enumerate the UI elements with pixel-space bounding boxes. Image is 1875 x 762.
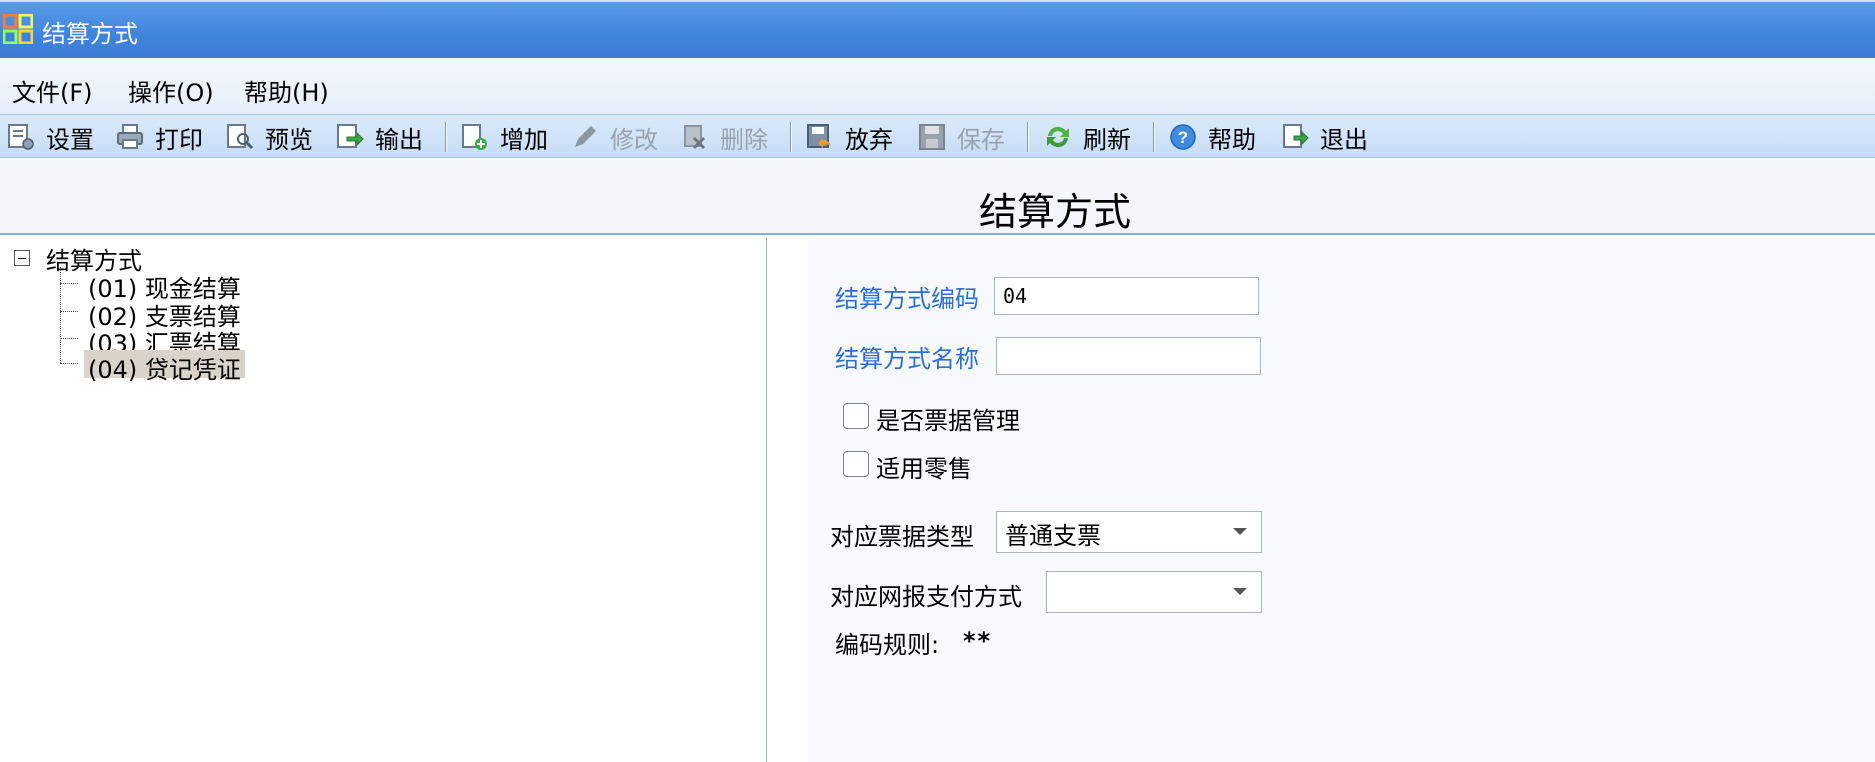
edit-button[interactable]: 修改 [570, 115, 658, 159]
delete-icon [684, 125, 706, 150]
toolbar-separator [1027, 122, 1028, 152]
title-bar: 结算方式 [0, 0, 1875, 58]
tree-connector [60, 338, 78, 339]
tree-connector [60, 267, 61, 363]
chevron-down-icon [1233, 528, 1247, 535]
delete-button[interactable]: 删除 [680, 115, 768, 159]
bill-type-select[interactable]: 普通支票 [996, 511, 1262, 553]
refresh-button[interactable]: 刷新 [1043, 115, 1131, 159]
exit-label: 退出 [1320, 125, 1368, 154]
retail-label: 适用零售 [876, 455, 972, 483]
tree-connector [60, 283, 78, 284]
bill-mgmt-checkbox[interactable] [843, 403, 869, 429]
toolbar-separator [1153, 122, 1154, 152]
save-button[interactable]: 保存 [917, 115, 1005, 159]
export-button[interactable]: 输出 [335, 115, 423, 159]
form-panel: 结算方式编码 结算方式名称 是否票据管理 适用零售 对应票据类型 普通支票 对应… [808, 237, 1875, 762]
app-icon [3, 14, 33, 44]
chevron-down-icon [1233, 588, 1247, 595]
page-title: 结算方式 [978, 190, 1131, 234]
preview-icon [227, 124, 254, 150]
bill-type-label: 对应票据类型 [830, 523, 974, 551]
code-label: 结算方式编码 [835, 285, 979, 313]
preview-label: 预览 [265, 125, 313, 154]
code-input[interactable] [994, 277, 1259, 315]
svg-text:?: ? [1178, 128, 1188, 147]
menu-help[interactable]: 帮助(H) [244, 73, 329, 108]
net-pay-label: 对应网报支付方式 [830, 583, 1022, 611]
toolbar-separator [790, 122, 791, 152]
tree-item-check[interactable]: (02) 支票结算 [84, 297, 245, 331]
tree-collapse-icon[interactable] [14, 250, 30, 266]
refresh-icon [1047, 126, 1069, 148]
window-title: 结算方式 [42, 20, 138, 48]
tree-item-draft[interactable]: (03) 汇票结算 [84, 324, 245, 358]
print-label: 打印 [155, 125, 203, 154]
rule-value: ** [963, 627, 993, 655]
delete-label: 删除 [720, 125, 768, 154]
settings-label: 设置 [46, 125, 94, 154]
discard-label: 放弃 [845, 125, 893, 154]
edit-label: 修改 [610, 125, 658, 154]
name-label: 结算方式名称 [835, 345, 979, 373]
tree-item-credit-voucher[interactable]: (04) 贷记凭证 [84, 350, 245, 384]
tree-connector [60, 311, 78, 312]
save-label: 保存 [957, 125, 1005, 154]
tree-item-cash[interactable]: (01) 现金结算 [84, 269, 245, 303]
help-label: 帮助 [1208, 125, 1256, 154]
toolbar-separator [445, 122, 446, 152]
menu-operation[interactable]: 操作(O) [128, 73, 214, 108]
bill-mgmt-label: 是否票据管理 [876, 407, 1020, 435]
name-input[interactable] [996, 337, 1261, 375]
printer-icon [117, 124, 143, 149]
exit-icon [1283, 124, 1309, 148]
pencil-icon [575, 126, 596, 147]
preview-button[interactable]: 预览 [225, 115, 313, 159]
add-label: 增加 [500, 125, 548, 154]
discard-button[interactable]: 放弃 [805, 115, 893, 159]
export-icon [337, 124, 364, 148]
net-pay-select[interactable] [1046, 571, 1262, 613]
toolbar: 设置 打印 预览 输出 增加 修改 删除 放弃 保存 刷新 ? 帮助 退出 [0, 114, 1875, 158]
add-icon [462, 124, 487, 150]
menu-file[interactable]: 文件(F) [12, 73, 93, 108]
export-label: 输出 [375, 125, 423, 154]
help-button[interactable]: ? 帮助 [1168, 115, 1256, 159]
help-icon: ? [1170, 124, 1196, 150]
tree-panel: 结算方式 (01) 现金结算 (02) 支票结算 (03) 汇票结算 (04) … [0, 237, 767, 762]
settings-button[interactable]: 设置 [6, 115, 94, 159]
exit-button[interactable]: 退出 [1280, 115, 1368, 159]
add-button[interactable]: 增加 [460, 115, 548, 159]
print-button[interactable]: 打印 [115, 115, 203, 159]
discard-icon [807, 124, 831, 148]
save-icon [919, 124, 945, 150]
settings-icon [8, 124, 34, 150]
tree-connector [60, 363, 78, 364]
refresh-label: 刷新 [1083, 125, 1131, 154]
retail-checkbox[interactable] [843, 451, 869, 477]
header-band: 结算方式 [0, 159, 1875, 235]
bill-type-value: 普通支票 [1005, 522, 1101, 550]
menu-bar: 文件(F) 操作(O) 帮助(H) [0, 58, 1875, 114]
rule-label: 编码规则: [835, 631, 940, 659]
